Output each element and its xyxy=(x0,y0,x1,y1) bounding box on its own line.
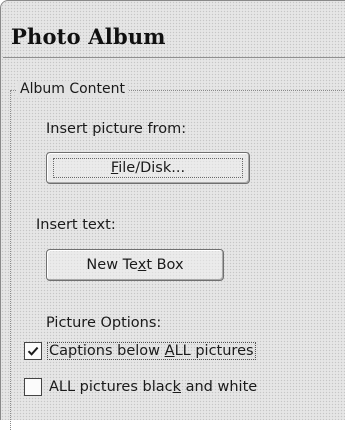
checkmark-icon xyxy=(27,346,39,356)
black-white-label-pre: ALL pictures blac xyxy=(49,379,173,395)
file-disk-label-post: ile/Disk... xyxy=(118,160,186,176)
new-text-box-button-label: New Text Box xyxy=(86,257,183,273)
black-white-label-accesskey: k xyxy=(172,379,181,395)
photo-album-dialog: Photo Album Album Content Insert picture… xyxy=(0,0,345,430)
new-text-box-label-pre: New Te xyxy=(86,257,138,273)
dialog-title: Photo Album xyxy=(11,24,166,49)
title-separator xyxy=(3,57,345,58)
file-disk-button[interactable]: File/Disk... xyxy=(46,152,250,184)
insert-picture-label: Insert picture from: xyxy=(46,121,187,137)
captions-checkbox[interactable] xyxy=(24,342,42,360)
captions-below-checkbox-row[interactable]: Captions below ALL pictures xyxy=(24,342,256,360)
new-text-box-button-inner: New Text Box xyxy=(53,255,217,275)
black-white-checkbox-row[interactable]: ALL pictures black and white xyxy=(24,378,257,396)
black-white-checkbox-label: ALL pictures black and white xyxy=(47,379,257,395)
new-text-box-label-post: t Box xyxy=(146,257,184,273)
picture-options-label: Picture Options: xyxy=(46,315,162,331)
file-disk-button-focus-ring: File/Disk... xyxy=(53,158,243,178)
black-white-checkbox[interactable] xyxy=(24,378,42,396)
black-white-label-post: and white xyxy=(181,379,258,395)
captions-checkbox-label: Captions below ALL pictures xyxy=(47,342,256,360)
new-text-box-button[interactable]: New Text Box xyxy=(46,249,224,281)
captions-label-accesskey: A xyxy=(164,343,175,359)
captions-label-pre: Captions below xyxy=(49,343,165,359)
insert-text-label: Insert text: xyxy=(36,217,116,233)
file-disk-button-label: File/Disk... xyxy=(111,160,185,176)
album-content-group-label: Album Content xyxy=(17,81,128,97)
captions-label-post: LL pictures xyxy=(174,343,254,359)
